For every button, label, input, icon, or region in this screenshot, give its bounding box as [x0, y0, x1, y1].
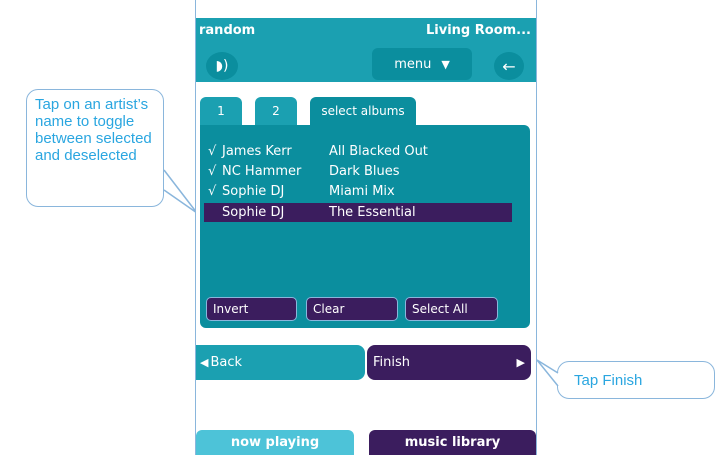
- select-all-label: Select All: [412, 302, 468, 316]
- now-playing-tab[interactable]: now playing: [196, 430, 354, 455]
- arrow-left-icon: ←: [502, 56, 516, 76]
- tab-1-label: 1: [217, 104, 225, 118]
- title-bar: random Living Room...: [196, 18, 536, 42]
- clear-label: Clear: [313, 302, 345, 316]
- finish-label: Finish: [373, 355, 411, 370]
- finish-button[interactable]: Finish ▶: [367, 345, 531, 380]
- music-library-tab[interactable]: music library: [369, 430, 536, 455]
- clear-button[interactable]: Clear: [306, 297, 398, 321]
- album-name: Dark Blues: [329, 164, 400, 179]
- invert-button[interactable]: Invert: [206, 297, 297, 321]
- menu-button[interactable]: menu ▼: [372, 48, 472, 80]
- triangle-right-icon: ▶: [516, 356, 525, 369]
- artist-name[interactable]: NC Hammer: [220, 164, 325, 179]
- album-row-highlighted[interactable]: Sophie DJ The Essential: [204, 203, 512, 222]
- playlist-title: random: [199, 22, 256, 38]
- back-label: Back: [210, 355, 243, 370]
- album-name: The Essential: [329, 205, 416, 220]
- room-title[interactable]: Living Room...: [426, 23, 531, 38]
- artist-name[interactable]: James Kerr: [220, 144, 325, 159]
- tab-1[interactable]: 1: [200, 97, 242, 125]
- toolbar: [196, 42, 536, 82]
- check-icon: √: [208, 144, 217, 159]
- triangle-left-icon: ◀: [200, 356, 209, 369]
- album-name: Miami Mix: [329, 184, 395, 199]
- back-circle-button[interactable]: ←: [494, 52, 524, 80]
- artist-name[interactable]: Sophie DJ: [220, 184, 325, 199]
- menu-label: menu: [394, 56, 432, 72]
- album-row[interactable]: √ James Kerr All Blacked Out: [208, 142, 516, 161]
- back-button[interactable]: ◀ Back: [196, 345, 365, 380]
- invert-label: Invert: [213, 302, 249, 316]
- now-playing-label: now playing: [230, 435, 320, 450]
- device-screen: random Living Room... ◗) menu ▼ ← 1 2 se…: [195, 0, 537, 455]
- caret-down-icon: ▼: [441, 57, 450, 71]
- select-all-button[interactable]: Select All: [405, 297, 498, 321]
- speaker-button[interactable]: ◗): [206, 52, 238, 80]
- album-row[interactable]: √ NC Hammer Dark Blues: [208, 162, 516, 181]
- music-library-label: music library: [404, 435, 501, 450]
- check-icon: √: [208, 184, 217, 199]
- album-row[interactable]: √ Sophie DJ Miami Mix: [208, 182, 516, 201]
- tab-select-albums[interactable]: select albums: [310, 97, 416, 125]
- check-icon: √: [208, 164, 217, 179]
- speaker-icon: ◗): [215, 58, 229, 74]
- album-name: All Blacked Out: [329, 144, 428, 159]
- tab-2-label: 2: [272, 104, 280, 118]
- tab-2[interactable]: 2: [255, 97, 297, 125]
- tab-select-albums-label: select albums: [321, 104, 405, 118]
- artist-name[interactable]: Sophie DJ: [220, 205, 325, 220]
